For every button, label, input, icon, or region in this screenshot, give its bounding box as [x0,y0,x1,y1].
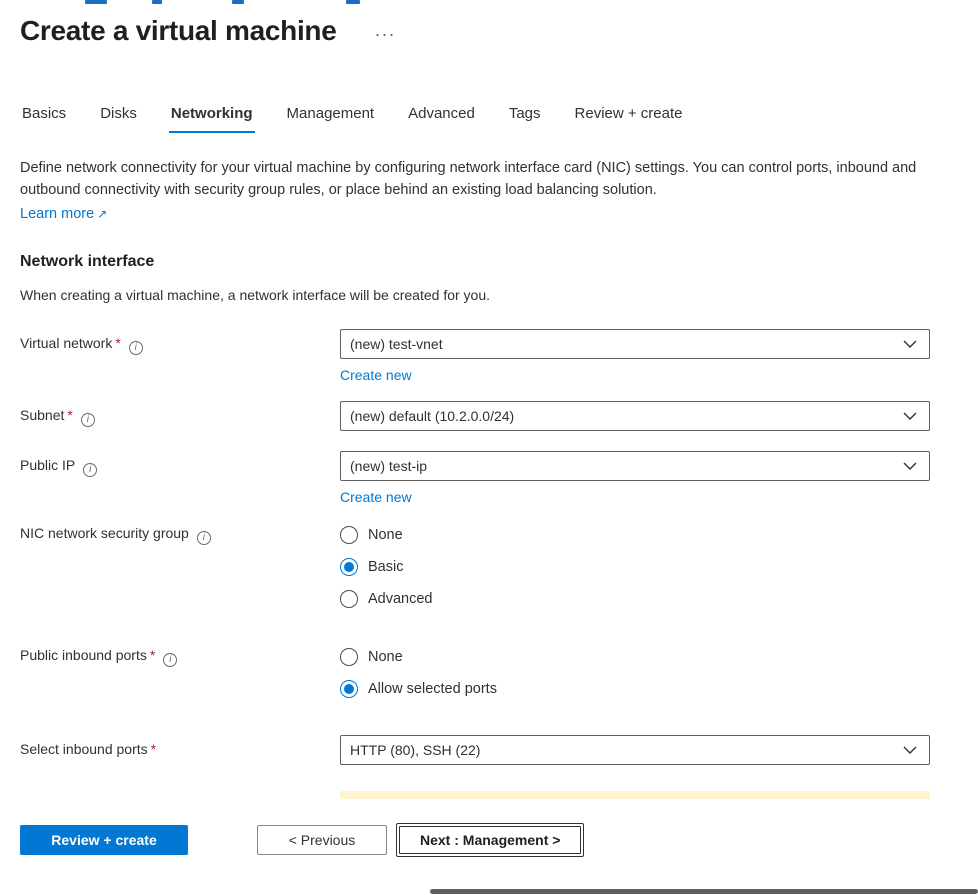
tab-basics[interactable]: Basics [20,105,68,133]
horizontal-scrollbar-thumb[interactable] [430,889,978,894]
field-label: Select inbound ports [20,741,148,757]
info-icon[interactable]: i [129,341,143,355]
previous-button[interactable]: < Previous [257,825,387,855]
public-inbound-ports-row: Public inbound ports* i None Allow select… [20,645,930,709]
more-options-icon[interactable]: ··· [375,25,396,43]
field-label: Public inbound ports [20,647,147,663]
virtual-network-row: Virtual network* i (new) test-vnet Create… [20,329,930,387]
clipped-link-fragment [346,0,360,4]
nic-nsg-row: NIC network security group i None Basic A… [20,523,930,619]
field-label: Subnet [20,407,64,423]
virtual-network-value: (new) test-vnet [350,336,443,352]
virtual-network-control-col: (new) test-vnet Create new [340,329,930,387]
public-ip-label-col: Public IP i [20,451,340,477]
radio-nsg-basic[interactable]: Basic [340,555,930,579]
radio-icon [340,526,358,544]
public-inbound-control-col: None Allow selected ports [340,645,930,709]
select-inbound-control-col: HTTP (80), SSH (22) [340,735,930,765]
select-inbound-ports-row: Select inbound ports* HTTP (80), SSH (22… [20,735,930,765]
review-create-button[interactable]: Review + create [20,825,188,855]
clipped-link-fragment [85,0,107,4]
subnet-control-col: (new) default (10.2.0.0/24) [340,401,930,431]
radio-nsg-advanced[interactable]: Advanced [340,587,930,611]
radio-checked-icon [340,680,358,698]
title-row: Create a virtual machine ··· [20,15,930,47]
radio-checked-icon [340,558,358,576]
page-title: Create a virtual machine [20,15,337,47]
create-new-row: Create new [340,489,930,509]
networking-form: Virtual network*i (new) test-vnet Create… [20,329,930,799]
learn-more-row: Learn more↗ [20,203,930,225]
create-new-row: Create new [340,367,930,387]
clipped-breadcrumb-links[interactable] [20,0,978,5]
field-label: Public IP [20,457,75,473]
select-inbound-ports-select[interactable]: HTTP (80), SSH (22) [340,735,930,765]
subnet-label-col: Subnet* i [20,401,340,427]
chevron-down-icon [903,412,917,421]
clipped-link-fragment [232,0,244,4]
public-ip-row: Public IP i (new) test-ip Create new [20,451,930,509]
vnet-create-new-link[interactable]: Create new [340,367,412,383]
chevron-down-icon [903,340,917,349]
tab-advanced[interactable]: Advanced [406,105,477,133]
field-label: NIC network security group [20,525,189,541]
select-inbound-label-col: Select inbound ports* [20,735,340,757]
tab-review-create[interactable]: Review + create [573,105,685,133]
radio-inbound-allow-selected[interactable]: Allow selected ports [340,677,930,701]
tab-bar: Basics Disks Networking Management Advan… [20,105,930,133]
public-ip-create-new-link[interactable]: Create new [340,489,412,505]
external-link-icon: ↗ [97,207,107,221]
inbound-ports-infobox-clipped [340,791,930,799]
info-icon[interactable]: i [81,413,95,427]
subnet-value: (new) default (10.2.0.0/24) [350,408,514,424]
public-ip-control-col: (new) test-ip Create new [340,451,930,509]
public-ip-select[interactable]: (new) test-ip [340,451,930,481]
horizontal-scrollbar [0,889,978,895]
chevron-down-icon [903,746,917,755]
radio-nsg-none[interactable]: None [340,523,930,547]
info-icon[interactable]: i [83,463,97,477]
networking-description: Define network connectivity for your vir… [20,157,925,201]
chevron-down-icon [903,462,917,471]
required-marker: * [115,335,120,351]
info-icon[interactable]: i [163,653,177,667]
virtual-network-select[interactable]: (new) test-vnet [340,329,930,359]
field-label: Virtual network [20,335,112,351]
network-interface-subtext: When creating a virtual machine, a netwo… [20,287,930,303]
tab-disks[interactable]: Disks [98,105,139,133]
select-inbound-ports-value: HTTP (80), SSH (22) [350,742,480,758]
nic-nsg-label-col: NIC network security group i [20,523,340,545]
public-inbound-label-col: Public inbound ports* i [20,645,340,667]
clipped-link-fragment [152,0,162,4]
network-interface-heading: Network interface [20,253,930,271]
nic-nsg-control-col: None Basic Advanced [340,523,930,619]
tab-management[interactable]: Management [285,105,377,133]
radio-icon [340,648,358,666]
learn-more-link[interactable]: Learn more [20,206,94,222]
radio-inbound-none[interactable]: None [340,645,930,669]
radio-icon [340,590,358,608]
public-ip-value: (new) test-ip [350,458,427,474]
create-vm-page: Create a virtual machine ··· Basics Disk… [0,0,978,895]
footer-bar: Review + create < Previous Next : Manage… [0,823,978,857]
subnet-select[interactable]: (new) default (10.2.0.0/24) [340,401,930,431]
virtual-network-label-col: Virtual network* i [20,329,340,355]
next-management-button[interactable]: Next : Management > [396,823,584,857]
tab-networking[interactable]: Networking [169,105,255,133]
subnet-row: Subnet* i (new) default (10.2.0.0/24) [20,401,930,431]
required-marker: * [67,407,72,423]
required-marker: * [150,647,155,663]
required-marker: * [151,741,156,757]
tab-tags[interactable]: Tags [507,105,543,133]
info-icon[interactable]: i [197,531,211,545]
